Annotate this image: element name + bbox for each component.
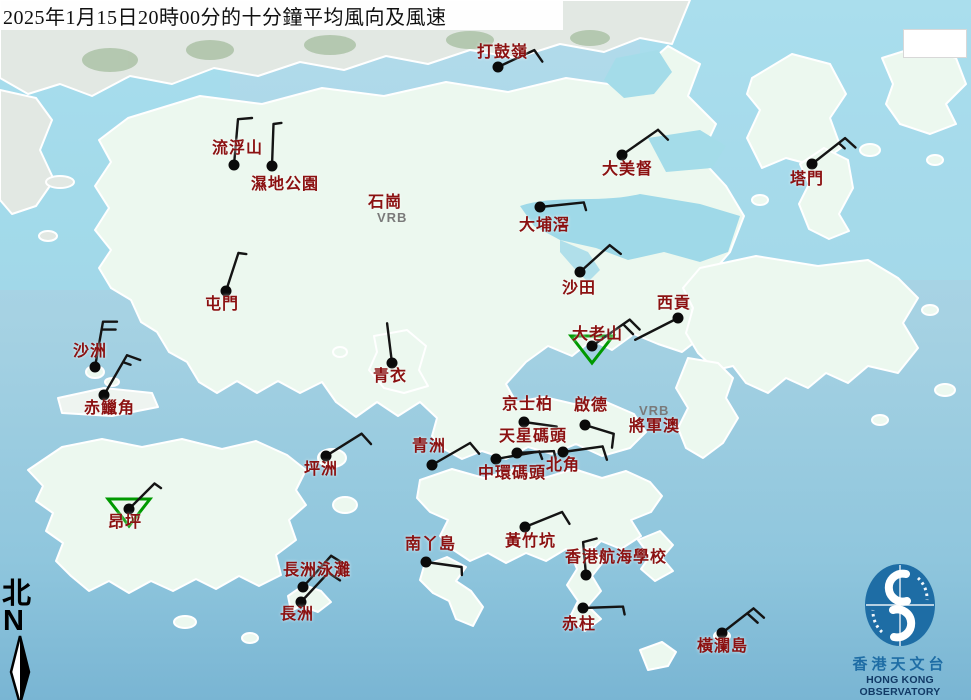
vrb-label-tseung-kwan-o: VRB — [639, 404, 669, 417]
north-compass: 北 N — [2, 580, 46, 700]
station-dot-wong-chuk-hang — [520, 522, 531, 533]
station-label-north-point: 北角 — [546, 457, 580, 475]
station-label-lau-fau-shan: 流浮山 — [212, 140, 263, 158]
station-label-tai-mei-tuk: 大美督 — [602, 161, 653, 179]
station-dot-kings-park — [519, 417, 530, 428]
station-dot-tuen-mun — [221, 286, 232, 297]
station-dot-tsing-yi — [387, 358, 398, 369]
station-dot-sai-kung — [673, 313, 684, 324]
station-label-green-island: 青洲 — [412, 438, 446, 456]
stations-layer: 打鼓嶺流浮山濕地公園大美督塔門大埔滘沙田石崗VRB西貢大老山屯門沙洲赤鱲角青衣京… — [0, 0, 971, 700]
station-dot-sha-chau — [90, 362, 101, 373]
station-dot-hk-sea-school — [581, 570, 592, 581]
station-dot-sha-tin — [575, 267, 586, 278]
blank-label-box — [903, 29, 967, 58]
station-label-kings-park: 京士柏 — [502, 396, 553, 414]
station-label-shek-kong: 石崗 — [368, 194, 402, 212]
station-label-sha-chau: 沙洲 — [73, 343, 107, 361]
map-title-text: 2025年1月15日20時00分的十分鐘平均風向及風速 — [3, 1, 447, 30]
station-dot-star-ferry-pier — [512, 448, 523, 459]
station-dot-kai-tak — [580, 420, 591, 431]
station-label-lamma-island: 南丫島 — [405, 536, 456, 554]
station-label-waglan-island: 橫瀾島 — [697, 638, 748, 656]
station-label-sai-kung: 西貢 — [657, 295, 691, 313]
station-label-ta-kwu-ling: 打鼓嶺 — [477, 44, 528, 62]
station-label-tai-po-kau: 大埔滘 — [519, 217, 570, 235]
map-title: 2025年1月15日20時00分的十分鐘平均風向及風速 — [0, 0, 563, 30]
north-arrow-icon — [2, 634, 42, 700]
station-label-peng-chau: 坪洲 — [304, 461, 338, 479]
station-dot-ngong-ping — [124, 504, 135, 515]
station-dot-lau-fau-shan — [229, 160, 240, 171]
station-dot-north-point — [558, 447, 569, 458]
station-label-tates-cairn: 大老山 — [572, 326, 623, 344]
station-dot-stanley — [578, 603, 589, 614]
station-label-tsing-yi: 青衣 — [373, 368, 407, 386]
station-label-chek-lap-kok: 赤鱲角 — [84, 400, 135, 418]
north-letter-label: N — [3, 609, 46, 634]
station-dot-central-pier — [491, 454, 502, 465]
station-label-wetland-park: 濕地公園 — [251, 176, 319, 194]
station-label-kai-tak: 啟德 — [574, 397, 608, 415]
station-label-tuen-mun: 屯門 — [205, 296, 239, 314]
vrb-label-shek-kong: VRB — [377, 211, 407, 224]
station-label-tap-mun: 塔門 — [790, 171, 824, 189]
station-label-tseung-kwan-o: 將軍澳 — [629, 418, 680, 436]
station-label-ngong-ping: 昂坪 — [108, 514, 142, 532]
station-dot-lamma-island — [421, 557, 432, 568]
hko-logo-icon — [860, 560, 940, 652]
station-dot-peng-chau — [321, 451, 332, 462]
station-label-hk-sea-school: 香港航海學校 — [565, 549, 667, 567]
station-dot-wetland-park — [267, 161, 278, 172]
station-dot-waglan-island — [717, 628, 728, 639]
station-dot-tai-mei-tuk — [617, 150, 628, 161]
station-label-star-ferry-pier: 天星碼頭 — [499, 428, 567, 446]
hko-logo-english: HONG KONG OBSERVATORY — [830, 674, 970, 699]
station-dot-ta-kwu-ling — [493, 62, 504, 73]
wind-map: 2025年1月15日20時00分的十分鐘平均風向及風速 打鼓嶺流浮山濕地公園 大美… — [0, 0, 971, 700]
station-label-wong-chuk-hang: 黃竹坑 — [505, 533, 556, 551]
station-label-cheung-chau-beach: 長洲泳灘 — [283, 562, 351, 580]
station-dot-tap-mun — [807, 159, 818, 170]
station-dot-tai-po-kau — [535, 202, 546, 213]
station-label-stanley: 赤柱 — [562, 616, 596, 634]
station-dot-cheung-chau-beach — [298, 582, 309, 593]
station-label-central-pier: 中環碼頭 — [478, 465, 546, 483]
hko-logo: 香港天文台 HONG KONG OBSERVATORY — [830, 560, 970, 699]
hko-logo-chinese: 香港天文台 — [830, 657, 970, 674]
station-dot-green-island — [427, 460, 438, 471]
station-label-cheung-chau: 長洲 — [280, 606, 314, 624]
station-label-sha-tin: 沙田 — [562, 280, 596, 298]
station-dot-chek-lap-kok — [99, 390, 110, 401]
